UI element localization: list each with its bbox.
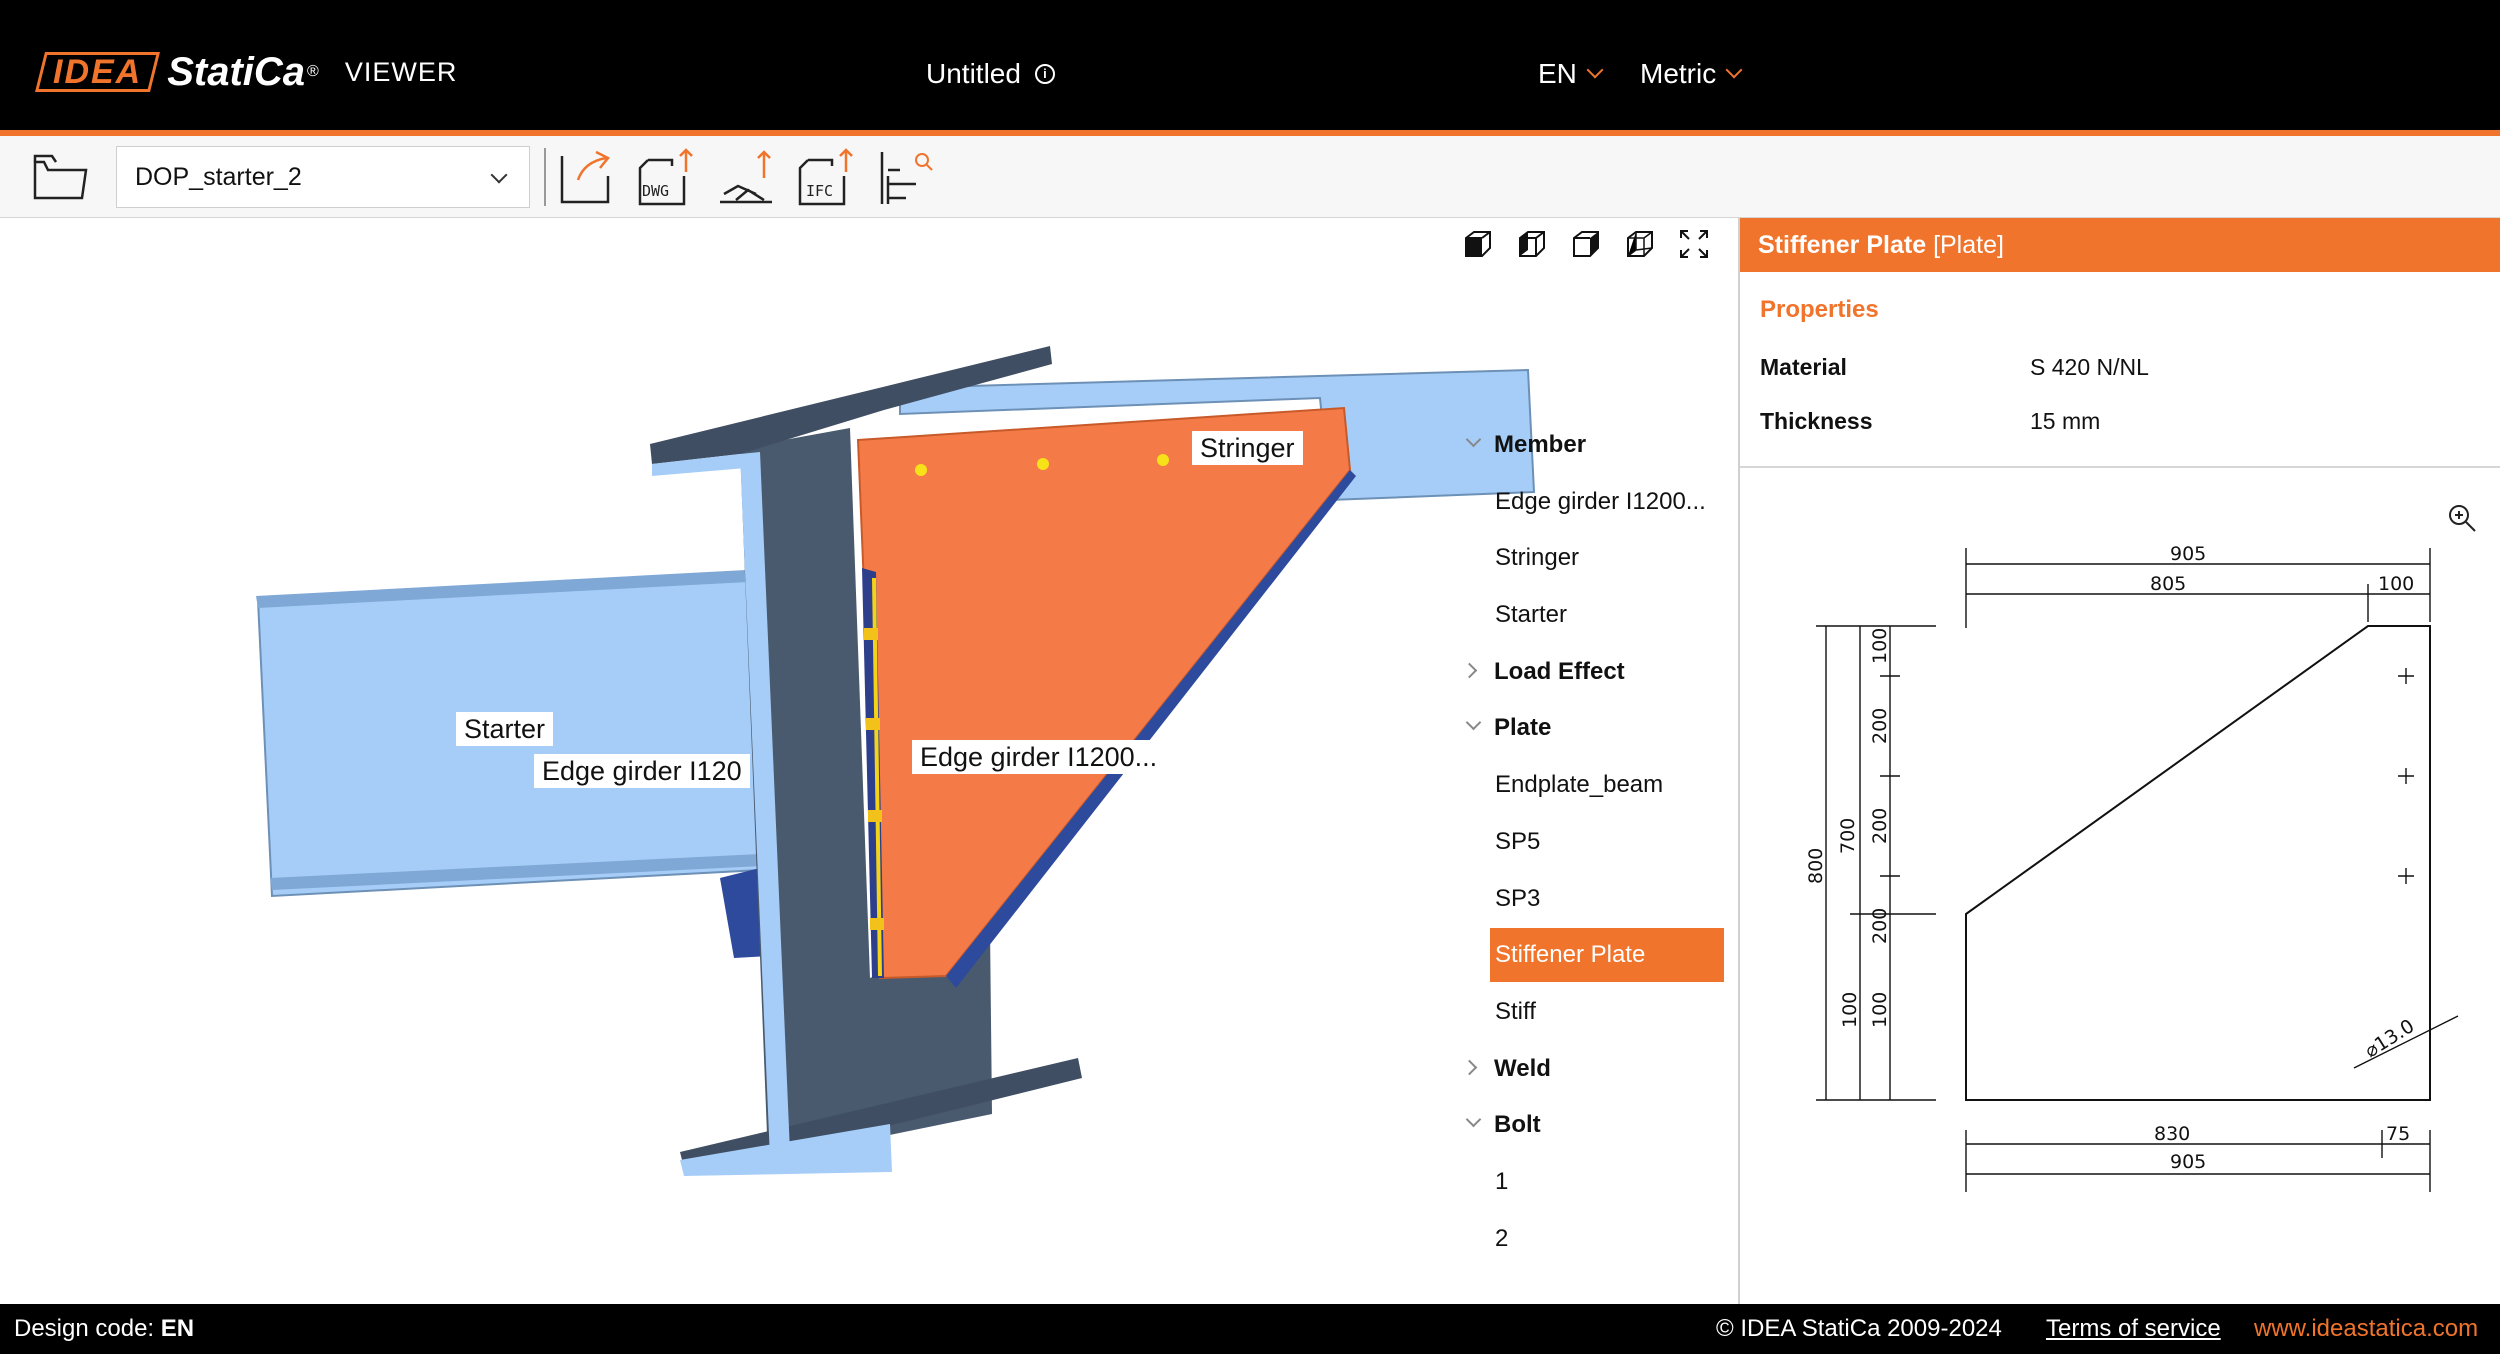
dim-top-right: 100: [2378, 573, 2414, 595]
document-title: Untitled i: [926, 58, 1055, 90]
dim-left-segment: 200: [1869, 908, 1891, 944]
dim-left-segment: 100: [1869, 992, 1891, 1028]
chevron-down-icon: [490, 166, 508, 184]
folder-icon[interactable]: [30, 146, 90, 208]
model-tree: Member Edge girder I1200... Stringer Sta…: [1461, 424, 1724, 1275]
product-name: VIEWER: [344, 56, 458, 87]
hole-diameter: ⌀13.0: [2361, 1015, 2418, 1062]
tree-item-bolt-1[interactable]: 1: [1462, 1161, 1724, 1218]
cube-iso-icon[interactable]: [1624, 228, 1656, 260]
cube-left-icon[interactable]: [1516, 228, 1548, 260]
language-select[interactable]: EN: [1538, 58, 1604, 90]
tree-item-stiff[interactable]: Stiff: [1462, 991, 1724, 1048]
bolt-head[interactable]: [866, 718, 880, 730]
dim-top-total: 905: [2170, 543, 2206, 565]
dim-left-inner: 700: [1837, 818, 1859, 854]
dim-bottom-total: 905: [2170, 1151, 2206, 1173]
tree-item-stiffener-plate[interactable]: Stiffener Plate: [1462, 928, 1724, 991]
dim-left-segment: 200: [1869, 708, 1891, 744]
fit-view-icon[interactable]: [1678, 228, 1710, 260]
tree-item-sp5[interactable]: SP5: [1462, 821, 1724, 878]
tree-item-starter[interactable]: Starter: [1462, 594, 1724, 651]
dwg-export-icon[interactable]: DWG: [636, 146, 696, 208]
svg-text:DWG: DWG: [642, 182, 669, 200]
idea-statica-logo: IDEA StatiCa ® VIEWER: [35, 48, 458, 96]
hole-marker: [2398, 868, 2414, 884]
chevron-down-icon[interactable]: [1465, 715, 1482, 731]
toolbar-divider: [544, 148, 546, 206]
copyright: © IDEA StatiCa 2009-2024: [1716, 1315, 2002, 1342]
properties-panel: Stiffener Plate [Plate] Properties Mater…: [1738, 218, 2500, 1304]
dim-left-total: 800: [1805, 848, 1827, 884]
label-stringer[interactable]: Stringer: [1192, 431, 1303, 465]
hole-marker: [2398, 668, 2414, 684]
footer: Design code: EN © IDEA StatiCa 2009-2024…: [0, 1304, 2500, 1354]
tree-item-sp3[interactable]: SP3: [1462, 878, 1724, 935]
chevron-down-icon[interactable]: [1465, 431, 1482, 448]
file-select[interactable]: DOP_starter_2: [116, 146, 530, 208]
terms-of-service-link[interactable]: Terms of service: [2046, 1304, 2221, 1354]
chevron-down-icon: [1725, 61, 1743, 79]
dim-left-segment: 200: [1869, 808, 1891, 844]
units-select[interactable]: Metric: [1640, 58, 1743, 90]
thickness-row: Thickness 15 mm: [1760, 408, 2101, 434]
ifc-export-icon[interactable]: IFC: [796, 146, 856, 208]
tree-item-bolt-2[interactable]: 2: [1462, 1218, 1724, 1275]
cube-right-icon[interactable]: [1570, 228, 1602, 260]
bolt-head[interactable]: [864, 628, 878, 640]
bolt-head[interactable]: [868, 810, 882, 822]
chevron-down-icon: [1586, 61, 1604, 79]
hole-marker: [2398, 768, 2414, 784]
chevron-down-icon[interactable]: [1465, 1111, 1482, 1128]
dim-top-left: 805: [2150, 573, 2186, 595]
dim-bottom-right: 75: [2386, 1123, 2410, 1145]
tree-group-weld[interactable]: Weld: [1461, 1048, 1724, 1105]
tree-item-stringer[interactable]: Stringer: [1462, 537, 1724, 594]
stiffener-plate[interactable]: [856, 406, 1352, 980]
tree-group-bolt[interactable]: Bolt: [1462, 1104, 1724, 1161]
info-icon[interactable]: i: [1034, 64, 1055, 84]
tree-item-endplate-beam[interactable]: Endplate_beam: [1462, 764, 1724, 821]
chevron-right-icon[interactable]: [1461, 662, 1478, 679]
view-toolbar: [1462, 228, 1710, 260]
tree-search-icon[interactable]: [876, 146, 936, 208]
properties-title: Properties: [1760, 296, 1879, 323]
scene-export-icon[interactable]: [716, 146, 776, 208]
plate-outline: [1965, 625, 2431, 1101]
dim-left-segment: 100: [1869, 628, 1891, 664]
cube-front-icon[interactable]: [1462, 228, 1494, 260]
svg-text:IFC: IFC: [806, 182, 833, 200]
label-starter[interactable]: Starter: [456, 712, 554, 746]
tree-group-load-effect[interactable]: Load Effect: [1461, 651, 1724, 708]
material-row: Material S 420 N/NL: [1760, 354, 2149, 380]
design-code: Design code: EN: [14, 1315, 195, 1342]
export-icon[interactable]: [556, 146, 616, 208]
panel-header: Stiffener Plate [Plate]: [1740, 218, 2500, 272]
tree-group-plate[interactable]: Plate: [1462, 707, 1724, 764]
bolt[interactable]: [915, 464, 927, 476]
plate-drawing[interactable]: 905 805 100 905 830 75 800 700 100 200 2…: [1740, 508, 2500, 1268]
dim-left-bottom-extra: 100: [1839, 992, 1861, 1028]
dim-bottom-left: 830: [2154, 1123, 2190, 1145]
app-header: IDEA StatiCa ® VIEWER Untitled i EN Metr…: [0, 0, 2500, 130]
panel-divider: [1740, 466, 2500, 468]
tree-group-member[interactable]: Member: [1462, 424, 1724, 481]
label-edge-girder-center[interactable]: Edge girder I1200...: [912, 740, 1166, 774]
bolt[interactable]: [1157, 454, 1169, 466]
website-link[interactable]: www.ideastatica.com: [2254, 1304, 2478, 1354]
label-edge-girder-left[interactable]: Edge girder I120: [534, 754, 750, 788]
bolt[interactable]: [1037, 458, 1049, 470]
chevron-right-icon[interactable]: [1461, 1059, 1478, 1075]
bolt-head[interactable]: [870, 918, 884, 930]
tree-item-edge-girder[interactable]: Edge girder I1200...: [1462, 481, 1724, 538]
